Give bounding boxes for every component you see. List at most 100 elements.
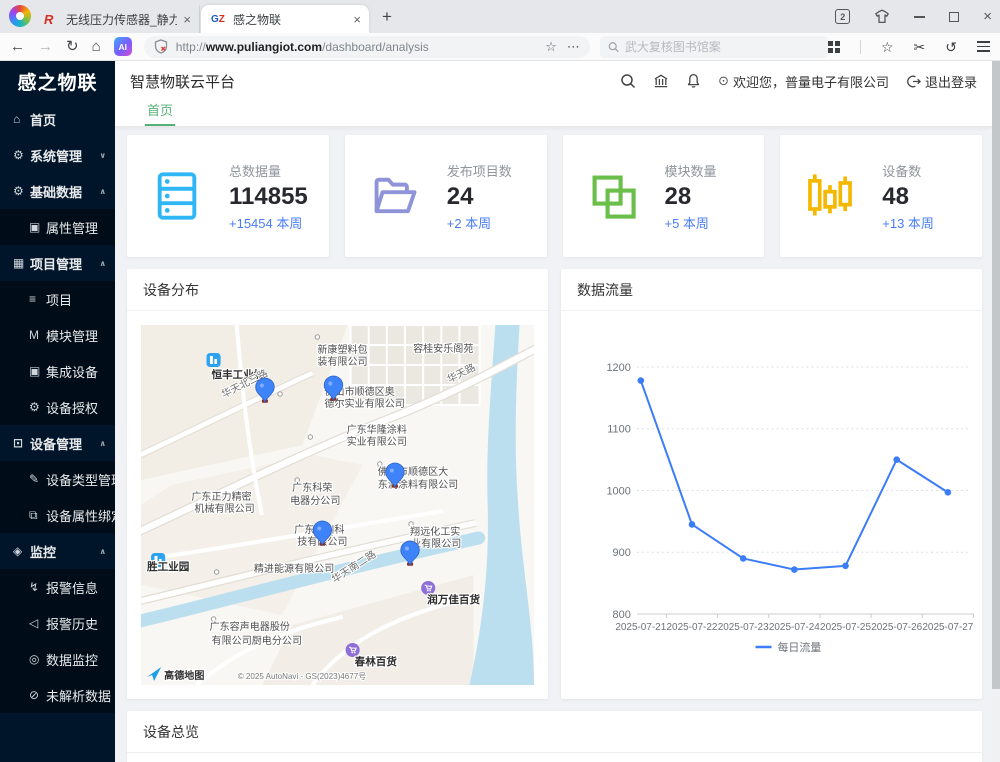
tab-close-icon[interactable]: × [183,12,191,27]
devices-icon [804,170,856,222]
organization-icon[interactable] [653,73,669,89]
tab-count-badge[interactable]: 2 [835,9,850,24]
x-axis-tick-label: 2025-07-24 [769,622,820,633]
map-label: 实业有限公司 [347,435,407,448]
stat-value: 48 [882,183,934,211]
undo-button[interactable]: ↺ [945,40,957,54]
favorites-button[interactable]: ☆ [881,40,894,54]
back-button[interactable]: ← [10,39,25,54]
screenshot-button[interactable]: ✂ [914,40,926,54]
close-button[interactable]: × [983,9,992,24]
stat-value: 114855 [229,183,308,211]
sidebar-submenu-item[interactable]: M模块管理 [0,317,115,353]
apps-grid-button[interactable] [828,41,840,53]
menu-button[interactable] [977,41,990,51]
data-point [689,521,696,528]
sidebar-item-label: 报警历史 [46,614,98,633]
modules-icon [587,170,639,222]
app-logo: 感之物联 [0,61,115,101]
minimize-button[interactable] [914,16,925,18]
sidebar-submenu-item[interactable]: ◎数据监控 [0,641,115,677]
quick-search-box[interactable] [600,36,828,58]
page-title: 智慧物联云平台 [130,71,235,92]
sidebar-submenu-item[interactable]: ↯报警信息 [0,569,115,605]
sidebar-submenu-item[interactable]: ✎设备类型管理 [0,461,115,497]
new-tab-button[interactable]: + [382,7,392,27]
home-button[interactable]: ⌂ [92,39,101,54]
chevron-up-icon: ∧ [100,187,107,196]
device-manage-icon: ⊡ [13,436,30,450]
logout-button[interactable]: 退出登录 [906,72,977,91]
pen-icon: ✎ [29,472,46,486]
logout-icon [906,74,921,89]
page-tab-home[interactable]: 首页 [145,100,175,126]
tab-favicon: GZ [211,14,227,25]
header-search-icon[interactable] [620,73,636,89]
chart-legend[interactable]: 每日流量 [756,640,822,654]
map-poi-dot [378,462,382,466]
list-icon: ≡ [29,292,46,306]
welcome-user[interactable]: ⊙ 欢迎您，普量电子有限公司 [718,72,889,91]
sidebar-submenu-item[interactable]: ⊘未解析数据 [0,677,115,713]
alarm-icon: ↯ [29,580,46,594]
data-point [740,555,747,562]
stat-card-device-count: 设备数 48 +13 本周 [780,135,982,257]
tab-close-icon[interactable]: × [353,12,361,27]
browser-tab[interactable]: R 无线压力传感器_静力水准仪_ × [34,5,200,33]
search-input[interactable] [625,40,820,54]
sidebar-menu-item[interactable]: ⚙系统管理∨ [0,137,115,173]
map-label: 广东华隆涂料 [347,423,407,436]
sidebar-submenu-item[interactable]: ▣集成设备 [0,353,115,389]
scrollbar-thumb[interactable] [992,61,1000,689]
tag-icon: ◈ [13,544,30,558]
theme-shirt-icon[interactable] [874,9,890,24]
tab-title: 无线压力传感器_静力水准仪_ [66,11,177,28]
sidebar-menu-item[interactable]: ⊡设备管理 ∧ [0,425,115,461]
sidebar-menu-item[interactable]: ⚙基础数据∧ [0,173,115,209]
sidebar-submenu-item[interactable]: ▣属性管理 [0,209,115,245]
data-point [791,566,798,573]
unparsed-data-icon: ⊘ [29,688,46,702]
sidebar: 感之物联 ⌂首页⚙系统管理∨⚙基础数据∧▣属性管理▦项目管理∧≡项目M模块管理▣… [0,61,115,762]
map-label: 春林百货 [355,655,398,668]
map-label: 机械有限公司 [194,502,254,515]
notifications-bell-icon[interactable] [686,73,701,89]
map-label: 精进能源有限公司 [254,562,334,575]
browser-tab-active[interactable]: GZ 感之物联 × [201,5,369,33]
sidebar-menu-item[interactable]: ◈监控 ∧ [0,533,115,569]
stat-label: 设备数 [882,161,934,180]
sidebar-menu-item[interactable]: ▦项目管理∧ [0,245,115,281]
chevron-up-icon: ∧ [100,439,107,448]
sidebar-submenu-item[interactable]: ≡项目 [0,281,115,317]
ai-assistant-button[interactable]: AI [114,37,132,56]
reload-button[interactable]: ↻ [66,39,79,54]
stat-label: 模块数量 [665,161,717,180]
sidebar-item-label: 监控 [30,542,56,561]
map-label: 有限公司厨电分公司 [212,634,303,647]
map-label: 润万佳百货 [427,593,480,606]
url-text[interactable]: http://www.puliangiot.com/dashboard/anal… [176,40,535,54]
sidebar-submenu-item[interactable]: ⧉设备属性绑定 [0,497,115,533]
site-safety-icon[interactable] [154,39,168,54]
sidebar-submenu-item[interactable]: ⚙设备授权 [0,389,115,425]
bookmark-star-icon[interactable]: ☆ [545,39,557,55]
map-poi-dot [409,522,413,526]
chevron-up-icon: ∧ [100,547,107,556]
page-scrollbar[interactable] [992,61,1000,762]
browser-logo[interactable] [9,5,31,27]
address-bar[interactable]: http://www.puliangiot.com/dashboard/anal… [144,36,590,58]
panel-device-overview: 设备总览 [127,711,982,762]
more-actions-icon[interactable]: ⋯ [567,39,580,55]
stat-delta: +15454 本周 [229,213,308,232]
sidebar-menu-item[interactable]: ⌂首页 [0,101,115,137]
forward-button[interactable]: → [38,39,53,54]
panel-title: 设备总览 [127,711,982,753]
x-axis-tick-label: 2025-07-23 [718,622,769,633]
sidebar-item-label: 设备管理 [30,434,82,453]
attribute-icon: ▣ [29,220,46,234]
panel-title: 数据流量 [561,269,982,311]
device-map[interactable]: 新康塑料包装有限公司容桂安乐阁苑恒丰工业城华天北三路佛山市顺德区奥德尔实业有限公… [141,325,534,685]
sidebar-submenu-item[interactable]: ◁报警历史 [0,605,115,641]
maximize-button[interactable] [949,12,959,22]
panel-title: 设备分布 [127,269,548,311]
